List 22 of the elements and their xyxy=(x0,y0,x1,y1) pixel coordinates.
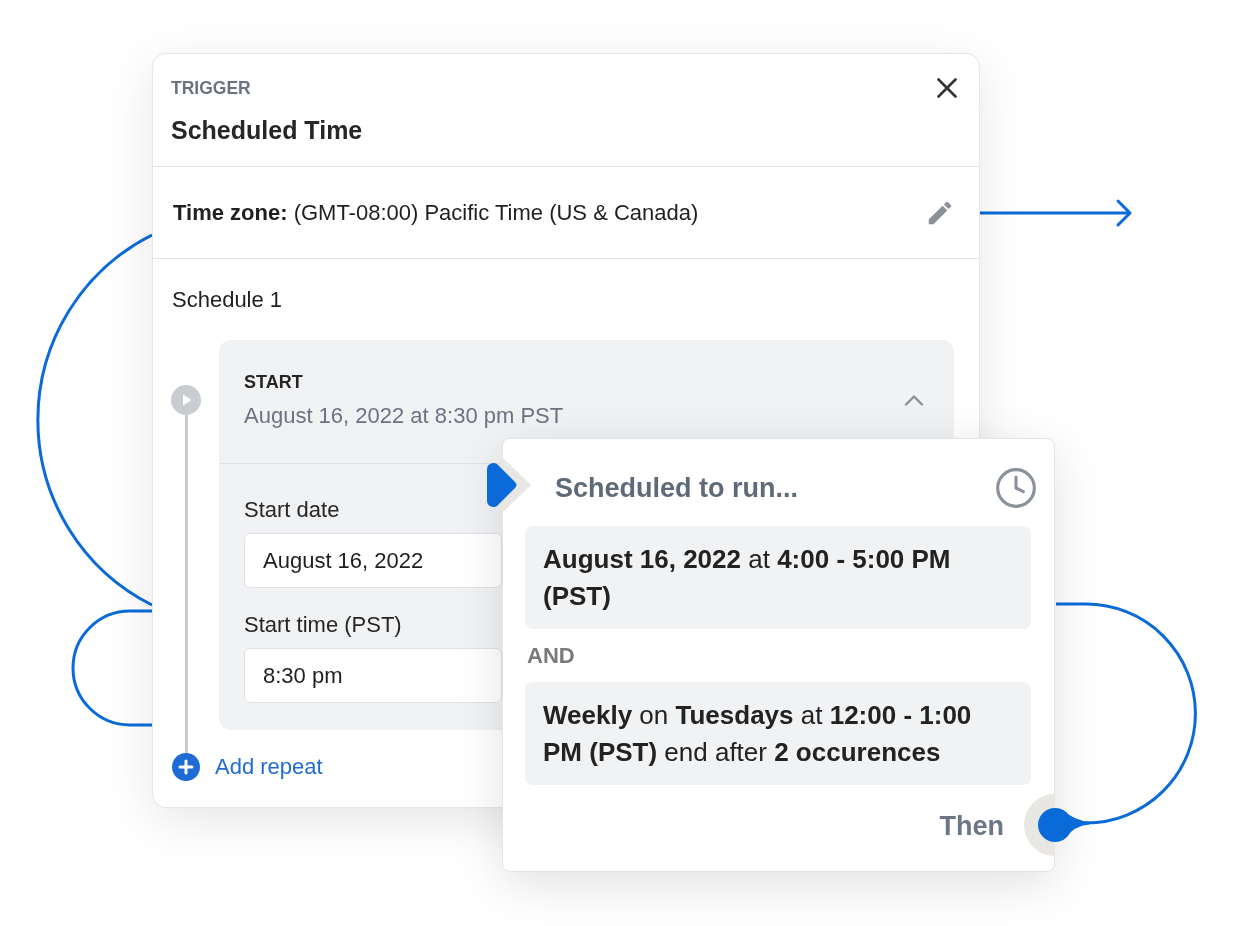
then-label: Then xyxy=(939,810,1004,842)
card-title: Scheduled Time xyxy=(171,116,363,144)
input-field[interactable]: 8:30 pm xyxy=(244,648,502,703)
field-label: Start date xyxy=(244,498,340,522)
close-icon xyxy=(937,78,957,98)
summary-title: Scheduled to run... xyxy=(555,472,798,504)
start-heading: START xyxy=(244,372,303,392)
condition-text: August 16, 2022 at 4:00 - 5:00 PM (PST) xyxy=(525,526,1031,629)
input-field[interactable]: August 16, 2022 xyxy=(244,533,502,588)
condition-text: Weekly on Tuesdays at 12:00 - 1:00 PM (PST) end after 2 occurences xyxy=(525,682,1031,785)
add-repeat-link[interactable]: Add repeat xyxy=(215,754,323,780)
start-summary: August 16, 2022 at 8:30 pm PST xyxy=(244,404,564,428)
field-label: Start time (PST) xyxy=(244,613,402,637)
time-zone-text: Time zone: (GMT-08:00) Pacific Time (US & Canada) xyxy=(173,199,699,226)
trigger-eyebrow: TRIGGER xyxy=(171,78,251,98)
clock-icon xyxy=(994,466,1038,510)
chevron-up-icon xyxy=(904,394,924,406)
play-icon xyxy=(171,385,201,415)
joiner-label: AND xyxy=(527,644,575,668)
close-button[interactable] xyxy=(935,76,959,100)
plus-icon[interactable] xyxy=(172,753,200,781)
schedule-title: Schedule 1 xyxy=(172,288,283,312)
